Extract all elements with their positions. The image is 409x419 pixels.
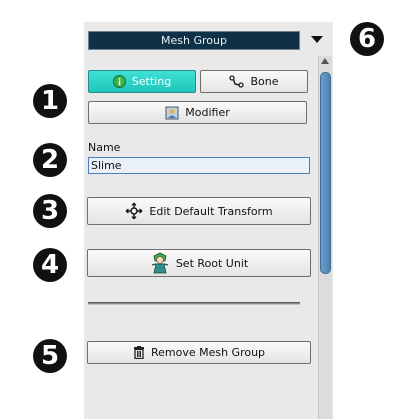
edit-default-transform-button[interactable]: Edit Default Transform	[87, 197, 311, 225]
info-icon	[112, 75, 126, 88]
callout-badge-3: 3	[33, 194, 67, 228]
modifier-icon	[165, 106, 179, 120]
callout-badge-4: 4	[33, 248, 67, 282]
tab-bone-label: Bone	[250, 75, 279, 88]
character-icon	[150, 252, 170, 274]
scroll-up-icon[interactable]	[321, 58, 329, 64]
tab-modifier[interactable]: Modifier	[88, 101, 307, 124]
callout-badge-2: 2	[33, 143, 67, 177]
callout-badge-5: 5	[33, 339, 67, 373]
tab-modifier-label: Modifier	[185, 106, 230, 119]
set-root-unit-label: Set Root Unit	[175, 256, 249, 270]
mesh-group-header[interactable]: Mesh Group	[88, 31, 300, 50]
section-divider	[88, 302, 300, 305]
trash-icon	[133, 346, 145, 359]
chevron-down-icon[interactable]	[311, 36, 323, 43]
name-input[interactable]: Slime	[88, 157, 310, 174]
callout-badge-1: 1	[33, 84, 67, 118]
remove-mesh-group-button[interactable]: Remove Mesh Group	[87, 341, 311, 364]
edit-default-transform-label: Edit Default Transform	[149, 204, 273, 218]
name-label: Name	[88, 141, 121, 154]
remove-mesh-group-label: Remove Mesh Group	[150, 346, 266, 359]
bone-icon	[229, 75, 245, 88]
tab-setting[interactable]: Setting	[88, 70, 196, 93]
tab-setting-label: Setting	[131, 75, 172, 88]
tab-bone[interactable]: Bone	[200, 70, 308, 93]
scroll-thumb[interactable]	[320, 72, 331, 274]
callout-badge-6: 6	[350, 22, 384, 56]
transform-icon	[125, 202, 143, 220]
set-root-unit-button[interactable]: Set Root Unit	[87, 249, 311, 277]
